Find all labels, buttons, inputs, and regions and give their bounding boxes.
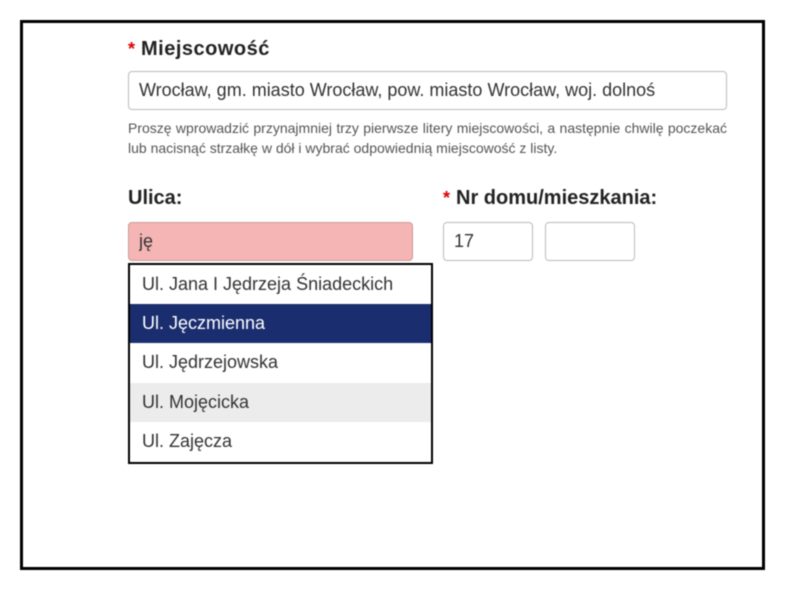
nr-mieszkania-input[interactable] <box>545 222 635 261</box>
autocomplete-item[interactable]: Ul. Jana I Jędrzeja Śniadeckich <box>130 265 431 304</box>
autocomplete-item[interactable]: Ul. Zajęcza <box>130 422 431 461</box>
ulica-col: Ulica: Ul. Jana I Jędrzeja ŚniadeckichUl… <box>128 187 413 261</box>
nr-label: * Nr domu/mieszkania: <box>443 187 727 210</box>
autocomplete-item[interactable]: Ul. Jęczmienna <box>130 304 431 343</box>
required-star-icon: * <box>128 39 135 60</box>
form-panel: * Miejscowość Proszę wprowadzić przynajm… <box>20 20 765 570</box>
nr-inputs-group <box>443 222 727 261</box>
ulica-label: Ulica: <box>128 187 413 210</box>
required-star-icon: * <box>443 188 450 208</box>
miejscowosc-input[interactable] <box>128 71 727 110</box>
miejscowosc-hint: Proszę wprowadzić przynajmniej trzy pier… <box>128 118 727 159</box>
street-house-row: Ulica: Ul. Jana I Jędrzeja ŚniadeckichUl… <box>128 187 727 261</box>
ulica-input[interactable] <box>128 222 413 261</box>
nr-label-text: Nr domu/mieszkania: <box>456 187 657 209</box>
autocomplete-item[interactable]: Ul. Mojęcicka <box>130 383 431 422</box>
miejscowosc-label: Miejscowość <box>141 38 270 61</box>
nr-col: * Nr domu/mieszkania: <box>443 187 727 261</box>
nr-domu-input[interactable] <box>443 222 533 261</box>
miejscowosc-label-row: * Miejscowość <box>128 38 727 61</box>
autocomplete-item[interactable]: Ul. Jędrzejowska <box>130 343 431 382</box>
ulica-autocomplete-list: Ul. Jana I Jędrzeja ŚniadeckichUl. Jęczm… <box>128 263 433 464</box>
